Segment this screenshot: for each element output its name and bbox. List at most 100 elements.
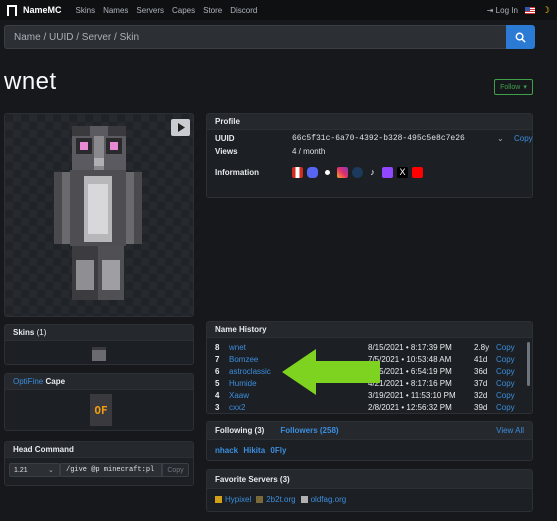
us-flag-icon[interactable] (524, 6, 535, 14)
row-copy-link[interactable]: Copy (496, 391, 515, 400)
youtube-icon[interactable] (412, 167, 423, 178)
information-label: Information (215, 168, 259, 177)
following-header: Following (3) Followers (258) View All (207, 422, 532, 440)
nav-link-store[interactable]: Store (203, 6, 222, 15)
tiktok-icon[interactable]: ♪ (367, 167, 378, 178)
name-history-scrollbar[interactable] (527, 342, 530, 386)
row-name-link[interactable]: Xaaw (229, 391, 249, 400)
nav-link-skins[interactable]: Skins (76, 6, 96, 15)
skins-header-label: Skins (13, 328, 35, 337)
canada-flag-icon[interactable] (292, 167, 303, 178)
steam-icon[interactable] (352, 167, 363, 178)
search-icon (515, 32, 526, 43)
login-label: Log In (495, 5, 518, 15)
row-name-link[interactable]: cxx2 (229, 403, 245, 412)
row-number: 6 (215, 367, 220, 376)
server-link-hypixel[interactable]: Hypixel (225, 495, 251, 504)
moon-icon[interactable]: ☽ (542, 5, 550, 16)
row-date: 7/5/2021 • 10:53:48 AM (368, 355, 452, 364)
optifine-cape-image[interactable]: OF (90, 394, 112, 426)
following-user-link[interactable]: 0Fly (270, 446, 286, 455)
github-icon[interactable] (322, 167, 333, 178)
login-link[interactable]: ⇥ Log In (487, 6, 518, 15)
row-copy-link[interactable]: Copy (496, 403, 515, 412)
row-duration: 37d (474, 379, 488, 388)
nav-link-names[interactable]: Names (103, 6, 128, 15)
cape-card: OptiFine Cape OF (4, 373, 194, 431)
following-user-link[interactable]: nhack (215, 446, 238, 455)
skins-count: (1) (36, 328, 47, 337)
row-duration: 36d (474, 367, 488, 376)
nav-link-servers[interactable]: Servers (136, 6, 164, 15)
version-select[interactable]: 1.21 ⌄ (9, 463, 60, 477)
followers-tab[interactable]: Followers (258) (280, 426, 338, 435)
row-date: 2/8/2021 • 12:56:32 PM (368, 403, 452, 412)
brand[interactable]: NameMC (7, 4, 62, 16)
uuid-value[interactable]: 66c5f31c-6a70-4392-b328-495c5e8c7e26 (292, 134, 465, 143)
namemc-logo-icon (7, 4, 17, 16)
row-copy-link[interactable]: Copy (496, 379, 515, 388)
nav-link-capes[interactable]: Capes (172, 6, 195, 15)
favorite-servers-header: Favorite Servers (3) (207, 470, 532, 489)
row-name-link[interactable]: astroclassic (229, 367, 271, 376)
2b2t-icon (256, 496, 264, 503)
top-navbar: NameMC Skins Names Servers Capes Store D… (0, 0, 557, 20)
following-list: nhack Hikita 0Fly (215, 446, 286, 455)
profile-card: Profile UUID 66c5f31c-6a70-4392-b328-495… (206, 113, 533, 198)
profile-username: wnet (4, 68, 57, 95)
favorite-servers-card: Favorite Servers (3) Hypixel 2b2t.org ol… (206, 469, 533, 512)
follow-label: Follow (500, 83, 521, 91)
following-tab[interactable]: Following (3) (215, 426, 264, 435)
nav-right: ⇥ Log In ☽ (487, 0, 550, 20)
row-copy-link[interactable]: Copy (496, 367, 515, 376)
search-button[interactable] (506, 25, 535, 49)
views-value: 4 / month (292, 147, 326, 156)
profile-header: Profile (207, 114, 532, 130)
discord-icon[interactable] (307, 167, 318, 178)
nav-links: Skins Names Servers Capes Store Discord (76, 6, 266, 15)
row-name-link[interactable]: Bomzee (229, 355, 258, 364)
row-number: 7 (215, 355, 220, 364)
command-field[interactable]: /give @p minecraft:pl (60, 463, 162, 477)
uuid-format-dropdown[interactable]: ⌄ (497, 134, 504, 143)
skin-thumbnail[interactable] (92, 347, 106, 361)
view-all-link[interactable]: View All (496, 426, 524, 435)
follow-button[interactable]: Follow ▾ (494, 79, 533, 95)
twitch-icon[interactable] (382, 167, 393, 178)
cape-header: OptiFine Cape (5, 374, 193, 390)
caret-down-icon: ▾ (523, 84, 527, 91)
row-number: 8 (215, 343, 220, 352)
row-copy-link[interactable]: Copy (496, 343, 515, 352)
social-icons: ♪ X (292, 167, 492, 180)
server-link-2b2t[interactable]: 2b2t.org (266, 495, 295, 504)
name-history-row: 3 cxx2 2/8/2021 • 12:56:32 PM 39d Copy (215, 403, 532, 413)
brand-name: NameMC (23, 5, 62, 15)
oldfag-icon (300, 496, 308, 503)
row-number: 4 (215, 391, 220, 400)
version-value: 1.21 (14, 466, 28, 474)
row-name-link[interactable]: wnet (229, 343, 246, 352)
skin-render (54, 126, 142, 300)
skin-viewer[interactable] (4, 113, 194, 317)
server-link-oldfag[interactable]: oldfag.org (311, 495, 347, 504)
row-duration: 39d (474, 403, 488, 412)
following-card: Following (3) Followers (258) View All n… (206, 421, 533, 461)
command-copy-button[interactable]: Copy (162, 463, 189, 477)
head-command-card: Head Command 1.21 ⌄ /give @p minecraft:p… (4, 441, 194, 486)
nav-link-discord[interactable]: Discord (230, 6, 257, 15)
instagram-icon[interactable] (337, 167, 348, 178)
skins-card: Skins (1) (4, 324, 194, 365)
row-duration: 32d (474, 391, 488, 400)
chevron-down-icon: ⌄ (48, 467, 54, 474)
row-date: 8/15/2021 • 8:17:39 PM (368, 343, 452, 352)
x-icon[interactable]: X (397, 167, 408, 178)
cape-header-label: Cape (45, 377, 66, 386)
row-copy-link[interactable]: Copy (496, 355, 515, 364)
arrow-annotation-icon (282, 349, 380, 395)
row-name-link[interactable]: Humide (229, 379, 257, 388)
following-user-link[interactable]: Hikita (243, 446, 265, 455)
skins-header: Skins (1) (5, 325, 193, 341)
uuid-copy-link[interactable]: Copy (514, 134, 533, 143)
search-input[interactable] (5, 26, 532, 48)
optifine-link[interactable]: OptiFine (13, 377, 43, 386)
